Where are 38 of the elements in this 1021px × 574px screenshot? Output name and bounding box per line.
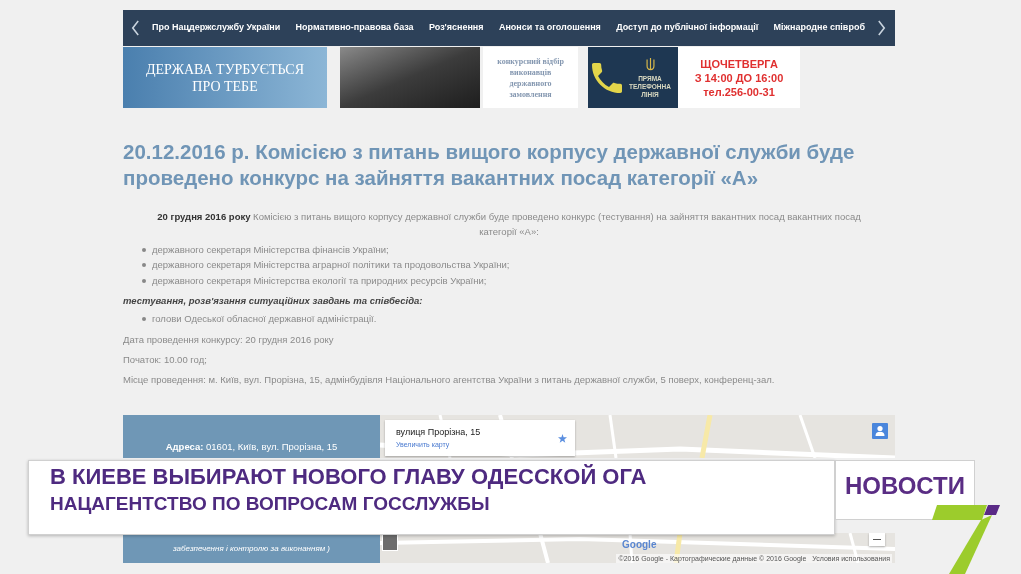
nav-link[interactable]: Міжнародне співроб (773, 21, 865, 35)
photo-placeholder[interactable] (340, 47, 480, 108)
list-item-text: державного секретаря Міністерства аграрної політики та продовольства України; (152, 258, 510, 273)
schedule-banner[interactable]: ЩОЧЕТВЕРГА З 14:00 ДО 16:00 тел.256-00-31 (678, 47, 800, 108)
section-subheading: тестування, розв'язання ситуаційних завдань та співбесіда: (123, 293, 424, 308)
bullet-icon (142, 317, 146, 322)
intro-paragraph: 20 грудня 2016 року Комісією з питань вищого корпусу державної служби буде проведено конкурс (тестування) на зайняття вакантних посад вакантних посад категорії «А»: (156, 210, 862, 239)
contact-note: забезпечення і контролю за виконанням ) (172, 542, 331, 554)
news-section-label: НОВОСТИ (835, 460, 975, 520)
list-item-text: державного секретаря Міністерства екології та природних ресурсів України; (152, 273, 487, 288)
bullet-icon (142, 247, 146, 252)
star-icon[interactable] (558, 433, 567, 443)
news-subheadline: НАЦАГЕНТСТВО ПО ВОПРОСАМ ГОССЛУЖБЫ (50, 493, 491, 514)
place-title: вулиця Прорізна, 15 (396, 427, 481, 438)
article-title: 20.12.2016 р. Комісією з питань вищого корпусу державної служби буде проведено конкурс на зайняття вакантних посад категорії «А» (123, 139, 856, 191)
minus-icon (873, 538, 881, 541)
bullet-icon (142, 278, 146, 283)
detail-text: Дата проведення конкурсу: 20 грудня 2016 року (123, 333, 335, 347)
list-item-text: державного секретаря Міністерства фінансів України; (152, 242, 389, 257)
person-icon[interactable] (872, 423, 888, 439)
detail-text: Місце проведення: м. Київ, вул. Прорізна, 15, адмінбудівля Національного агентства України з питань державної служби, 5 поверх, конференц-зал. (123, 373, 776, 387)
map-logo: Google (622, 539, 657, 550)
nav-link[interactable]: Доступ до публічної інформації (616, 21, 759, 35)
nav-link[interactable]: Про Нацдержслужбу України (152, 21, 281, 35)
list-item-text: голови Одеської обласної державної адміністрації. (152, 312, 377, 327)
chevron-right-icon[interactable] (877, 20, 886, 36)
detail-text: Початок: 10.00 год; (123, 353, 208, 367)
phone-icon (592, 62, 622, 93)
nav-link[interactable]: Роз'яснення (428, 21, 484, 35)
nav-link[interactable]: Анонси та оголошення (498, 21, 601, 35)
nav-link[interactable]: Нормативно-правова база (295, 21, 414, 35)
slogan-banner[interactable]: ДЕРЖАВА ТУРБУЄТЬСЯ ПРО ТЕБЕ (123, 47, 327, 108)
zoom-out-button[interactable] (869, 533, 885, 546)
news-headline: В КИЕВЕ ВЫБИРАЮТ НОВОГО ГЛАВУ ОДЕССКОЙ ОГА (50, 465, 648, 489)
bullet-icon (142, 263, 146, 268)
trident-icon (645, 56, 655, 71)
chevron-left-icon[interactable] (131, 20, 140, 36)
address-text: Адреса: 01601, Київ, вул. Прорізна, 15 (165, 441, 338, 453)
